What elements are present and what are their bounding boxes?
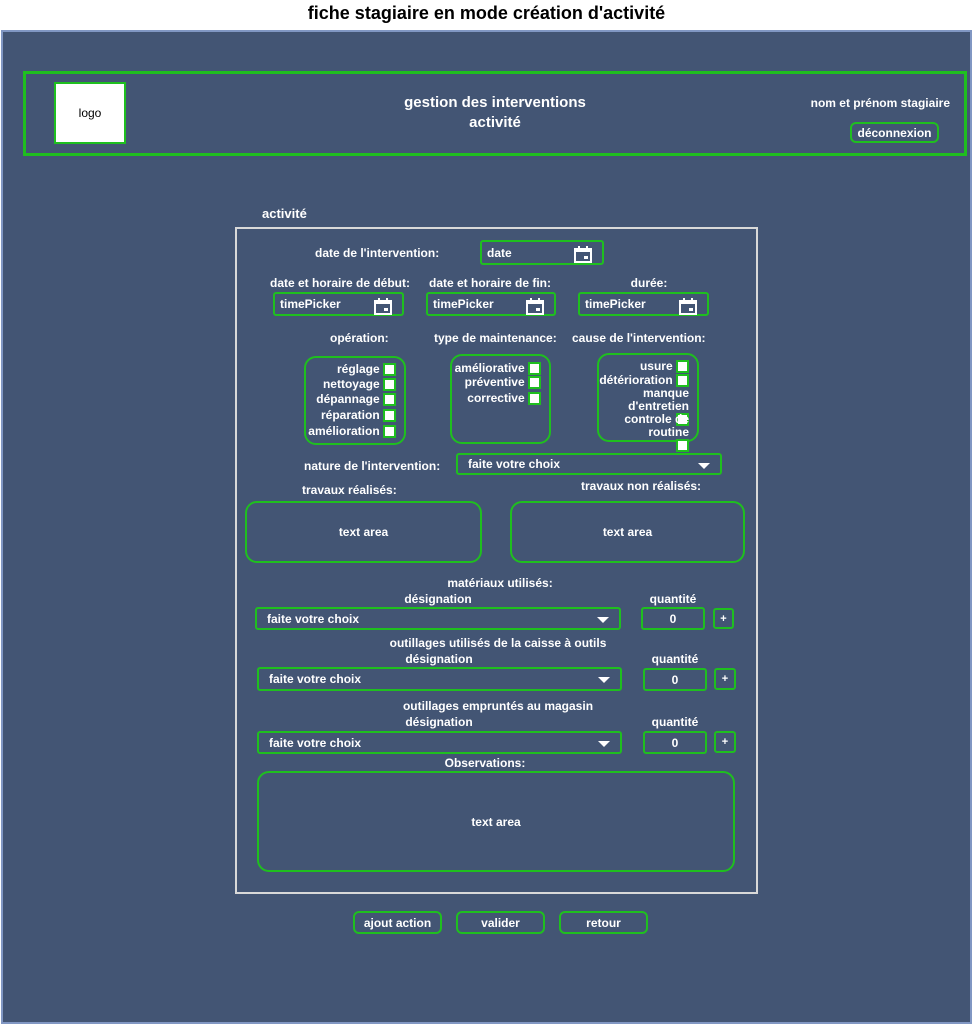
checkbox-label: usure	[639, 359, 673, 373]
store-select[interactable]: faite votre choix	[257, 731, 622, 754]
observations-textarea[interactable]: text area	[257, 771, 735, 872]
checkbox-label: réparation	[320, 408, 380, 422]
validate-button[interactable]: valider	[456, 911, 545, 934]
end-value: timePicker	[433, 297, 494, 311]
observations-label: Observations:	[444, 756, 526, 770]
checkbox-label: dépannage	[316, 392, 380, 406]
checkbox-item[interactable]: amélioration	[306, 424, 396, 439]
materials-value: faite votre choix	[267, 611, 360, 626]
done-textarea[interactable]: text area	[245, 501, 482, 563]
checkbox[interactable]	[676, 360, 689, 374]
materials-add-button[interactable]: +	[713, 608, 734, 629]
materials-quantity[interactable]: 0	[641, 607, 705, 630]
checkbox-item[interactable]: controle de routine	[599, 412, 689, 453]
checkbox-label: manque d'entretien	[628, 386, 689, 413]
calendar-icon[interactable]	[679, 298, 697, 315]
cause-label: cause de l'intervention:	[572, 331, 706, 345]
designation-label: désignation	[405, 652, 473, 666]
designation-label: désignation	[405, 715, 473, 729]
app-title: gestion des interventions activité	[340, 93, 650, 133]
store-quantity[interactable]: 0	[643, 731, 707, 754]
checkbox[interactable]	[383, 409, 396, 423]
date-label: date de l'intervention:	[315, 246, 440, 260]
checkbox-label: amélioration	[308, 424, 380, 438]
checkbox[interactable]	[383, 363, 396, 377]
checkbox-label: réglage	[336, 362, 380, 376]
checkbox[interactable]	[528, 392, 541, 406]
date-value: date	[487, 245, 512, 260]
calendar-icon[interactable]	[526, 298, 544, 315]
checkbox[interactable]	[383, 393, 396, 407]
quantity-label: quantité	[651, 715, 699, 729]
checkbox-label: détérioration	[599, 373, 673, 387]
checkbox-label: corrective	[467, 391, 525, 405]
toolbox-quantity[interactable]: 0	[643, 668, 707, 691]
app-title-line1: gestion des interventions	[404, 94, 586, 111]
notdone-textarea[interactable]: text area	[510, 501, 745, 563]
app-title-line2: activité	[469, 114, 521, 131]
nature-value: faite votre choix	[468, 457, 561, 471]
toolbox-select[interactable]: faite votre choix	[257, 667, 622, 691]
add-action-button[interactable]: ajout action	[353, 911, 442, 934]
done-label: travaux réalisés:	[302, 483, 397, 497]
end-timepicker[interactable]: timePicker	[426, 292, 556, 316]
duration-label: durée:	[630, 276, 668, 290]
store-value: faite votre choix	[269, 735, 362, 750]
end-label: date et horaire de fin:	[428, 276, 552, 290]
start-label: date et horaire de début:	[269, 276, 411, 290]
checkbox-item[interactable]: usure	[599, 359, 689, 374]
logout-button[interactable]: déconnexion	[850, 122, 939, 143]
checkbox-item[interactable]: dépannage	[306, 392, 396, 407]
start-value: timePicker	[280, 297, 341, 311]
designation-label: désignation	[404, 592, 472, 606]
calendar-icon[interactable]	[374, 298, 392, 315]
checkbox[interactable]	[383, 378, 396, 392]
dropdown-arrow-icon	[598, 677, 610, 683]
maintenance-label: type de maintenance:	[434, 331, 557, 345]
quantity-label: quantité	[649, 592, 697, 606]
checkbox[interactable]	[528, 362, 541, 376]
back-button[interactable]: retour	[559, 911, 648, 934]
nature-select[interactable]: faite votre choix	[456, 453, 722, 475]
checkbox[interactable]	[528, 376, 541, 390]
toolbox-add-button[interactable]: +	[714, 668, 736, 690]
toolbox-title: outillages utilisés de la caisse à outil…	[389, 636, 607, 650]
checkbox-item[interactable]: améliorative	[452, 361, 541, 376]
date-field[interactable]: date	[480, 240, 604, 265]
checkbox-item[interactable]: réglage	[306, 362, 396, 377]
dropdown-arrow-icon	[598, 741, 610, 747]
checkbox-item[interactable]: réparation	[306, 408, 396, 423]
checkbox-item[interactable]: corrective	[452, 391, 541, 406]
checkbox-item[interactable]: nettoyage	[306, 377, 396, 392]
materials-title: matériaux utilisés:	[447, 576, 553, 590]
checkbox-item[interactable]: préventive	[452, 375, 541, 390]
checkbox-label: préventive	[464, 375, 525, 389]
logo: logo	[54, 82, 126, 144]
notdone-label: travaux non réalisés:	[581, 479, 702, 493]
store-add-button[interactable]: +	[714, 731, 736, 753]
start-timepicker[interactable]: timePicker	[273, 292, 404, 316]
toolbox-value: faite votre choix	[269, 672, 362, 686]
materials-select[interactable]: faite votre choix	[255, 607, 621, 630]
section-title: activité	[262, 206, 307, 221]
calendar-icon[interactable]	[574, 246, 592, 263]
checkbox-label: améliorative	[454, 361, 525, 375]
page-title: fiche stagiaire en mode création d'activ…	[307, 3, 666, 23]
dropdown-arrow-icon	[597, 617, 609, 623]
duration-value: timePicker	[585, 297, 646, 311]
checkbox-label: nettoyage	[322, 377, 380, 391]
user-name: nom et prénom stagiaire	[810, 96, 950, 110]
store-title: outillages empruntés au magasin	[402, 699, 594, 713]
operation-label: opération:	[330, 331, 389, 345]
checkbox-label: controle de routine	[624, 412, 689, 439]
dropdown-arrow-icon	[698, 463, 710, 469]
nature-label: nature de l'intervention:	[304, 459, 441, 473]
checkbox[interactable]	[383, 425, 396, 439]
duration-timepicker[interactable]: timePicker	[578, 292, 709, 316]
checkbox[interactable]	[676, 439, 689, 453]
quantity-label: quantité	[651, 652, 699, 666]
